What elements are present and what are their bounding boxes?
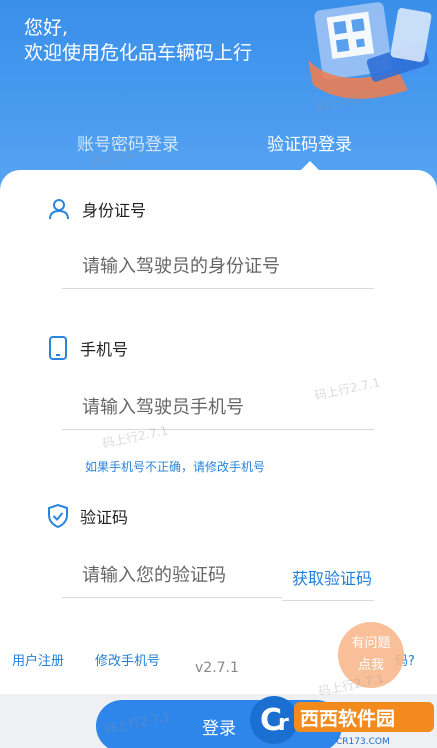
- verification-code-input[interactable]: [62, 553, 282, 598]
- greeting-line-2: 欢迎使用危化品车辆码上行: [24, 42, 253, 64]
- get-code-button[interactable]: 获取验证码: [292, 565, 372, 589]
- register-link[interactable]: 用户注册: [12, 650, 64, 669]
- help-bubble-line1: 有问题: [351, 636, 391, 651]
- modify-phone-link[interactable]: 修改手机号: [95, 650, 160, 669]
- svg-text:CR173.COM: CR173.COM: [336, 737, 390, 747]
- phone-label: 手机号: [48, 336, 128, 360]
- help-bubble-line2: 点我: [357, 658, 384, 673]
- help-bubble-button[interactable]: 有问题 点我: [338, 622, 404, 688]
- code-label: 验证码: [48, 504, 128, 528]
- phone-label-text: 手机号: [80, 340, 129, 359]
- cr173-site-logo-icon: C r 西西软件园 CR173.COM: [250, 696, 434, 747]
- code-label-text: 验证码: [80, 508, 129, 527]
- code-underline-divider: [282, 600, 374, 601]
- phone-icon: [49, 336, 67, 360]
- tab-code-login[interactable]: 验证码登录: [267, 130, 352, 155]
- login-button-label: 登录: [202, 719, 236, 739]
- id-number-label: 身份证号: [48, 197, 146, 221]
- id-number-label-text: 身份证号: [82, 201, 147, 220]
- phone-input[interactable]: [62, 385, 374, 430]
- svg-text:r: r: [278, 711, 289, 736]
- greeting-line-1: 您好,: [24, 17, 69, 39]
- user-icon: [49, 199, 69, 220]
- shield-check-icon: [48, 504, 68, 528]
- qr-phone-illustration-icon: [308, 2, 432, 99]
- id-number-input[interactable]: [62, 244, 374, 289]
- modify-phone-hint-link[interactable]: 如果手机号不正确，请修改手机号: [85, 458, 265, 475]
- version-text: v2.7.1: [195, 660, 239, 676]
- svg-text:西西软件园: 西西软件园: [300, 707, 395, 730]
- tab-password-login[interactable]: 账号密码登录: [77, 130, 179, 155]
